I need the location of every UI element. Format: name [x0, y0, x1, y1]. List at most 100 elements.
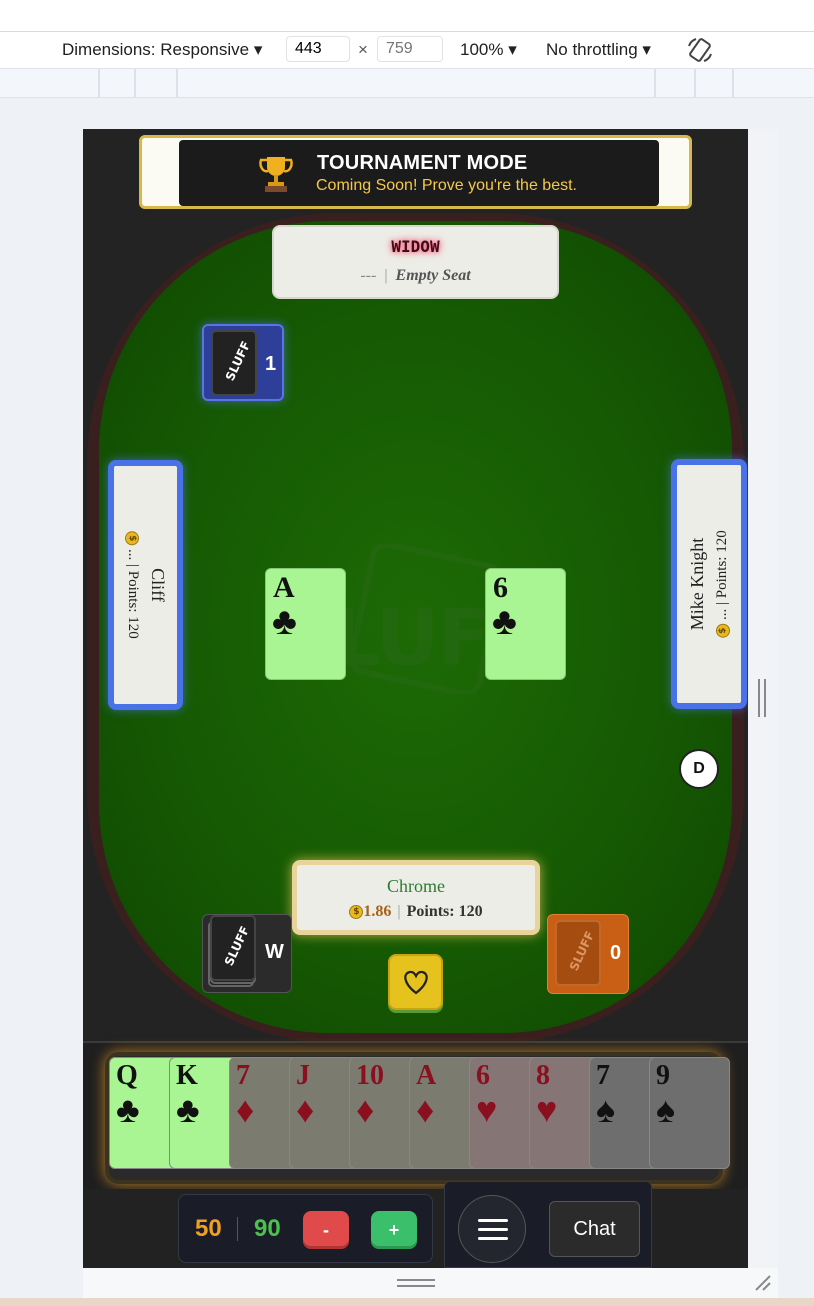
player-seat-right: Mike Knight $ ... | Points: 120 [671, 459, 747, 709]
card-rank: A [416, 1060, 437, 1091]
tournament-banner[interactable]: TOURNAMENT MODE Coming Soon! Prove you'r… [139, 135, 692, 209]
card-brand: SLUFF [566, 929, 598, 973]
played-card-left: A ♣ [265, 568, 346, 680]
trick-counter-bottom-right: SLUFF 0 [547, 914, 629, 994]
card-suit: ♥ [536, 1090, 558, 1130]
separator: | [397, 903, 401, 920]
coin-icon: $ [124, 531, 139, 546]
widow-dash: --- [360, 267, 377, 284]
widow-seat: WIDOW --- | Empty Seat [272, 225, 559, 299]
card-back-icon: SLUFF [211, 330, 257, 396]
player-right-info: Mike Knight $ ... | Points: 120 [687, 530, 731, 638]
card-rank: K [176, 1060, 198, 1091]
card-rank: 7 [236, 1060, 250, 1091]
dealer-button: D [679, 749, 719, 789]
bid-low-value: 50 [195, 1215, 222, 1242]
trick-counter-top-left: SLUFF 1 [202, 324, 284, 401]
widow-separator: | [384, 267, 388, 284]
separator: | [124, 564, 141, 568]
played-card-right: 6 ♣ [485, 568, 566, 680]
increase-bid-button[interactable]: + [371, 1211, 417, 1249]
decrease-bid-button[interactable]: - [303, 1211, 349, 1249]
widow-name: WIDOW [391, 237, 440, 256]
card-back-icon: SLUFF [210, 915, 256, 981]
card-rank: A [273, 571, 295, 604]
player-seat-me: Chrome $1.86 | Points: 120 [292, 860, 540, 935]
card-suit: ♣ [116, 1090, 140, 1130]
trump-suit-indicator[interactable] [388, 954, 443, 1010]
card-rank: 9 [656, 1060, 670, 1091]
card-suit: ♥ [476, 1090, 498, 1130]
bid-controls: 50 90 - + [178, 1194, 433, 1263]
card-suit: ♦ [416, 1090, 435, 1130]
rotate-icon[interactable] [686, 36, 714, 64]
card-suit: ♣ [272, 601, 297, 643]
heart-icon [404, 970, 428, 995]
player-money: 1.86 [363, 903, 392, 920]
height-input[interactable] [377, 36, 443, 62]
dimensions-label: Dimensions: Responsive [62, 40, 250, 59]
browser-top-bar [0, 0, 814, 32]
coin-icon: $ [715, 623, 730, 638]
throttling-label: No throttling [546, 40, 638, 59]
card-rank: Q [116, 1060, 138, 1091]
player-me-info: $1.86 | Points: 120 [297, 903, 535, 921]
hand-card[interactable]: 9 ♠ [649, 1057, 730, 1169]
widow-pile[interactable]: SLUFF W [202, 914, 292, 993]
trick-count: 0 [610, 942, 622, 964]
player-name: Chrome [387, 876, 445, 896]
card-suit: ♠ [596, 1090, 616, 1130]
bid-separator [237, 1217, 238, 1241]
player-points: Points: 120 [406, 903, 483, 920]
player-money: ... [714, 608, 730, 620]
card-rank: 6 [476, 1060, 490, 1091]
banner-subtitle: Coming Soon! Prove you're the best. [316, 177, 577, 194]
times-sign: × [358, 40, 368, 59]
player-money: ... [124, 549, 141, 561]
separator: | [714, 601, 730, 605]
card-brand: SLUFF [222, 339, 254, 383]
player-hand: Q ♣ K ♣ 7 ♦ J ♦ 10 ♦ A ♦ 6 ♥ 8 ♥ 7 ♠ 9 ♠ [105, 1052, 730, 1184]
coin-icon: $ [349, 905, 364, 920]
player-name: Mike Knight [687, 537, 707, 631]
player-name: Cliff [147, 568, 168, 602]
devtools-toolbar: Dimensions: Responsive ▾ × 100% ▾ No thr… [0, 32, 814, 68]
resize-handle-right[interactable] [748, 129, 778, 1268]
card-suit: ♦ [296, 1090, 315, 1130]
card-rank: 6 [493, 571, 508, 604]
game-viewport: TOURNAMENT MODE Coming Soon! Prove you'r… [83, 129, 748, 1268]
trick-count: 1 [265, 353, 277, 375]
width-input[interactable] [286, 36, 350, 62]
bottom-strip [0, 1298, 814, 1306]
card-suit: ♠ [656, 1090, 676, 1130]
chat-button[interactable]: Chat [549, 1201, 640, 1257]
trophy-icon [259, 157, 293, 192]
hamburger-menu-icon[interactable] [458, 1195, 526, 1263]
bottom-controls: 50 90 - + Chat [83, 1181, 748, 1268]
player-points: Points: 120 [124, 570, 141, 639]
card-suit: ♣ [176, 1090, 200, 1130]
menu-panel: Chat [444, 1181, 652, 1268]
card-rank: 10 [356, 1060, 384, 1091]
card-suit: ♦ [356, 1090, 375, 1130]
widow-empty-seat: Empty Seat [395, 267, 471, 284]
card-brand: SLUFF [221, 924, 253, 968]
card-rank: 7 [596, 1060, 610, 1091]
throttling-dropdown[interactable]: No throttling ▾ [546, 40, 651, 60]
watermark-text: LUF [331, 594, 491, 684]
card-suit: ♣ [492, 601, 517, 643]
dimensions-dropdown[interactable]: Dimensions: Responsive ▾ [62, 40, 262, 60]
player-points: Points: 120 [714, 530, 730, 599]
resize-corner-icon[interactable] [752, 1272, 772, 1292]
banner-title: TOURNAMENT MODE [317, 152, 528, 174]
card-suit: ♦ [236, 1090, 255, 1130]
player-hand-area: Q ♣ K ♣ 7 ♦ J ♦ 10 ♦ A ♦ 6 ♥ 8 ♥ 7 ♠ 9 ♠ [83, 1041, 748, 1189]
player-seat-left: Cliff $ ... | Points: 120 [108, 460, 183, 710]
card-back-icon: SLUFF [555, 920, 601, 986]
bid-high-value: 90 [254, 1215, 281, 1242]
media-query-ruler [0, 68, 814, 99]
widow-pile-label: W [265, 941, 284, 963]
card-rank: 8 [536, 1060, 550, 1091]
resize-handle-bottom[interactable] [83, 1268, 778, 1298]
zoom-dropdown[interactable]: 100% ▾ [460, 40, 517, 60]
